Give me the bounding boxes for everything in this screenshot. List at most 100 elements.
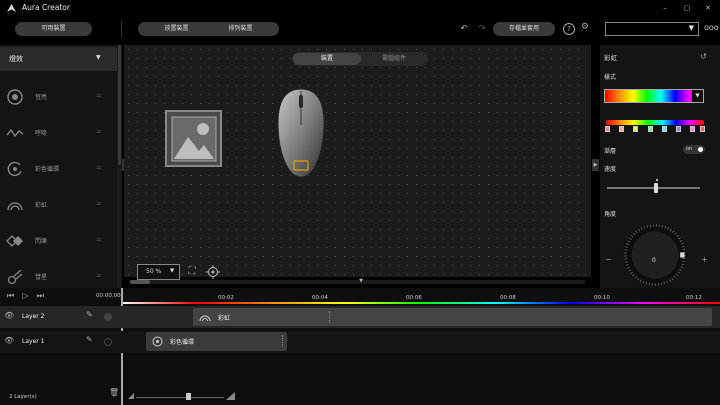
layer-1-clip[interactable]: 彩色循環 [146, 332, 287, 351]
visibility-eye-icon[interactable]: 👁 [4, 311, 14, 320]
effect-label: 彗星 [35, 274, 48, 281]
collapse-bottom-icon[interactable]: ▼ [356, 278, 366, 285]
arrange-devices-button[interactable]: 排列裝置 [202, 22, 279, 36]
chevron-down-icon: ▼ [170, 268, 175, 274]
zoom-handle[interactable] [186, 393, 191, 400]
skip-forward-icon[interactable]: ⏭ [35, 291, 46, 302]
speed-slider-handle[interactable] [654, 183, 658, 193]
close-icon[interactable]: ✕ [702, 2, 714, 14]
angle-increase-button[interactable]: + [701, 255, 708, 264]
layer-row-1[interactable]: 👁 Layer 1 ✎ [0, 331, 720, 353]
clip-trim-handle[interactable] [282, 335, 284, 347]
time-tick: 00:06 [406, 295, 422, 301]
drag-handle-icon[interactable]: = [96, 272, 102, 280]
clip-label: 彩色循環 [170, 339, 195, 346]
color-stop-handle[interactable] [700, 126, 705, 132]
speed-label: 速度 [604, 166, 617, 173]
gradient-toggle[interactable]: on [683, 145, 705, 154]
settings-gear-icon[interactable]: ⚙ [579, 22, 591, 34]
drag-handle-icon[interactable]: = [96, 200, 102, 208]
play-icon[interactable]: ▷ [20, 291, 31, 302]
rainbow-effect-icon [7, 202, 23, 211]
effect-item-rainbow[interactable]: 彩虹 = [0, 187, 117, 223]
maximize-icon[interactable]: ▢ [681, 2, 693, 14]
scrollbar-thumb[interactable] [130, 280, 150, 284]
mouse-device[interactable] [275, 87, 327, 179]
collapse-right-icon[interactable]: ▶ [592, 159, 599, 171]
color-stop-handle[interactable] [619, 126, 624, 132]
zoom-in-icon[interactable] [226, 392, 235, 400]
layer-count: 2 Layer(s) [9, 394, 37, 400]
device-placeholder[interactable] [165, 110, 222, 167]
layer-2-clip[interactable]: 彩虹 [193, 308, 712, 326]
aura-logo-icon [7, 4, 16, 12]
time-tick: 00:08 [500, 295, 516, 301]
angle-dial[interactable] [617, 222, 693, 288]
effect-label: 恆亮 [35, 94, 48, 101]
effect-item-color-cycle[interactable]: 彩色循環 = [0, 151, 117, 187]
drag-handle-icon[interactable]: = [96, 236, 102, 244]
effects-header[interactable]: 燈效 ▼ [0, 47, 117, 71]
angle-label: 角度 [604, 211, 617, 218]
edit-pencil-icon[interactable]: ✎ [86, 310, 93, 319]
timeline-zoom-slider[interactable] [128, 392, 236, 400]
gradient-label: 漸層 [604, 148, 617, 155]
drag-handle-icon[interactable]: = [96, 128, 102, 136]
effect-item-comet[interactable]: 彗星 = [0, 259, 117, 288]
zoom-select[interactable]: 50 % ▼ [137, 264, 180, 280]
canvas-v-scrollbar[interactable] [587, 45, 591, 277]
breathing-effect-icon [6, 128, 24, 138]
layer-lock-icon[interactable] [104, 313, 112, 321]
style-dropdown[interactable]: ▼ [604, 89, 704, 103]
color-stop-handle[interactable] [690, 126, 695, 132]
speed-slider[interactable] [607, 183, 700, 193]
tab-device[interactable]: 裝置 [293, 53, 361, 65]
layer-lock-icon[interactable] [104, 338, 112, 346]
layer-name: Layer 2 [22, 313, 45, 320]
available-devices-button[interactable]: 可用裝置 [15, 22, 92, 36]
zoom-out-icon[interactable] [128, 393, 134, 399]
fit-to-screen-icon[interactable]: ⛶ [186, 266, 198, 278]
color-stop-handle[interactable] [605, 126, 610, 132]
effect-item-strobing[interactable]: 閃爍 = [0, 223, 117, 259]
skip-back-icon[interactable]: ⏮ [5, 291, 16, 302]
color-stop-handle[interactable] [648, 126, 653, 132]
tab-pc-components[interactable]: 電腦組件 [361, 53, 427, 65]
delete-trash-icon[interactable]: 🗑 [109, 388, 119, 398]
minimize-icon[interactable]: – [659, 2, 671, 14]
visibility-eye-icon[interactable]: 👁 [4, 336, 14, 345]
more-options-icon[interactable]: ooo [704, 23, 719, 32]
gradient-stops[interactable] [604, 126, 706, 134]
strobing-effect-icon [6, 235, 23, 247]
drag-handle-icon[interactable]: = [96, 164, 102, 172]
gradient-bar[interactable] [606, 120, 704, 125]
app-title: Aura Creator [22, 3, 70, 12]
effect-item-breathing[interactable]: 呼吸 = [0, 115, 117, 151]
effect-label: 彩色循環 [35, 166, 60, 173]
color-stop-handle[interactable] [633, 126, 638, 132]
panel-title: 彩虹 [604, 54, 617, 62]
redo-icon[interactable]: ↷ [476, 24, 488, 36]
profile-dropdown[interactable]: ▼ [605, 22, 699, 36]
color-cycle-effect-icon [152, 336, 163, 347]
zoom-track [136, 397, 224, 398]
angle-value: 0 [652, 257, 656, 264]
drag-handle-icon[interactable]: = [96, 92, 102, 100]
undo-icon[interactable]: ↶ [458, 24, 470, 36]
time-tick: 00:04 [312, 295, 328, 301]
clip-trim-handle[interactable] [329, 311, 331, 323]
image-placeholder-icon [171, 116, 217, 162]
center-target-icon[interactable] [206, 265, 220, 279]
scrollbar-thumb[interactable] [118, 45, 121, 165]
app-window: Aura Creator – ▢ ✕ 可用裝置 放置裝置 排列裝置 ↶ ↷ 存檔… [0, 0, 720, 405]
angle-decrease-button[interactable]: − [605, 255, 612, 264]
color-stop-handle[interactable] [662, 126, 667, 132]
static-effect-icon [7, 89, 23, 105]
edit-pencil-icon[interactable]: ✎ [86, 335, 93, 344]
reset-icon[interactable]: ↺ [698, 51, 709, 62]
help-icon[interactable]: ? [563, 23, 575, 35]
save-apply-button[interactable]: 存檔並套用 [493, 22, 555, 36]
effect-item-static[interactable]: 恆亮 = [0, 79, 117, 115]
color-stop-handle[interactable] [676, 126, 681, 132]
timeline-color-strip [122, 302, 720, 304]
